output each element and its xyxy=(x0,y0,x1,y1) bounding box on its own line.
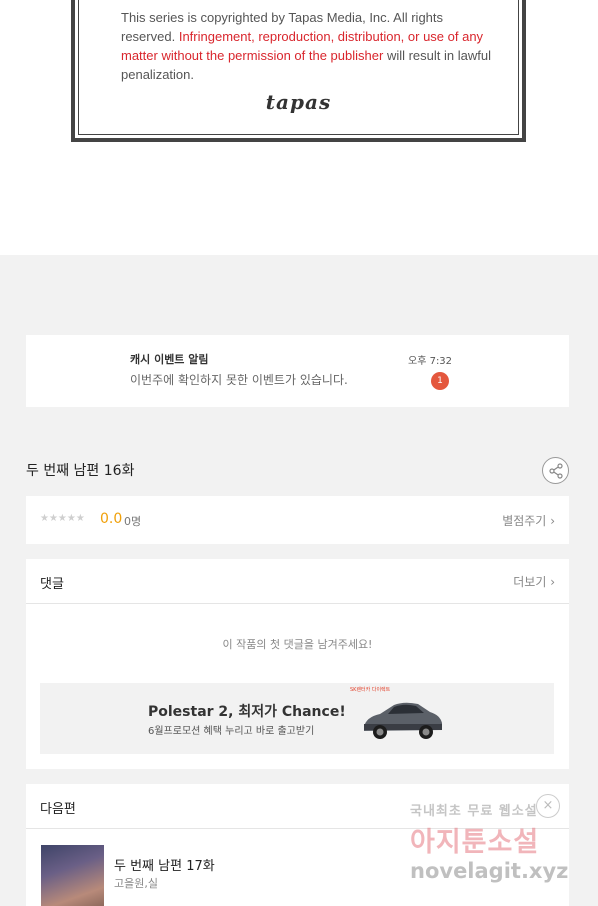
next-episode-header: 다음편 × xyxy=(26,784,569,829)
comments-title: 댓글 xyxy=(40,577,64,592)
ad-subtitle: 6월프로모션 혜택 누리고 바로 출고받기 xyxy=(148,726,315,737)
next-episode-author: 고을원,실 xyxy=(114,877,158,890)
ad-title: Polestar 2, 최저가 Chance! xyxy=(148,704,346,720)
chevron-right-icon: › xyxy=(550,575,555,589)
comments-more-label: 더보기 xyxy=(513,575,547,589)
copyright-notice: This series is copyrighted by Tapas Medi… xyxy=(121,8,491,84)
notification-card[interactable]: 캐시 이벤트 알림 이번주에 확인하지 못한 이벤트가 있습니다. 오후 7:3… xyxy=(26,335,569,407)
copyright-area: This series is copyrighted by Tapas Medi… xyxy=(0,0,598,255)
close-icon[interactable]: × xyxy=(536,794,560,818)
rating-count: 0명 xyxy=(124,515,142,528)
notification-title: 캐시 이벤트 알림 xyxy=(130,353,209,366)
notification-time: 오후 7:32 xyxy=(408,356,453,367)
share-icon xyxy=(549,463,563,479)
notification-badge: 1 xyxy=(431,372,449,390)
tapas-logo: tapas xyxy=(265,90,332,114)
rate-button-label: 별점주기 xyxy=(502,514,547,528)
next-episode-section-title: 다음편 xyxy=(40,802,76,817)
copyright-frame: This series is copyrighted by Tapas Medi… xyxy=(71,0,526,142)
share-button[interactable] xyxy=(542,457,569,484)
rating-card: ★★★★★ 0.0 0명 별점주기 › xyxy=(26,496,569,544)
comments-more-link[interactable]: 더보기 › xyxy=(513,573,555,590)
ad-banner[interactable]: SK렌터카 다이렉트 Polestar 2, 최저가 Chance! 6월프로모… xyxy=(40,683,554,754)
ad-brand-logo: SK렌터카 다이렉트 xyxy=(350,687,391,693)
notification-message: 이번주에 확인하지 못한 이벤트가 있습니다. xyxy=(130,373,348,387)
rating-stars: ★★★★★ xyxy=(40,513,85,524)
rating-score: 0.0 xyxy=(100,511,123,527)
comments-section: 댓글 더보기 › 이 작품의 첫 댓글을 남겨주세요! SK렌터카 다이렉트 P… xyxy=(26,559,569,769)
next-episode-title[interactable]: 두 번째 남편 17화 xyxy=(114,855,215,874)
car-image xyxy=(364,702,442,739)
rate-button[interactable]: 별점주기 › xyxy=(502,512,555,529)
comments-empty-message[interactable]: 이 작품의 첫 댓글을 남겨주세요! xyxy=(26,636,569,652)
page: This series is copyrighted by Tapas Medi… xyxy=(0,0,598,906)
comments-header: 댓글 더보기 › xyxy=(26,559,569,604)
episode-title: 두 번째 남편 16화 xyxy=(26,463,135,479)
next-episode-thumbnail[interactable] xyxy=(41,845,104,906)
chevron-right-icon: › xyxy=(550,514,555,528)
next-episode-section: 다음편 × 두 번째 남편 17화 고을원,실 xyxy=(26,784,569,906)
